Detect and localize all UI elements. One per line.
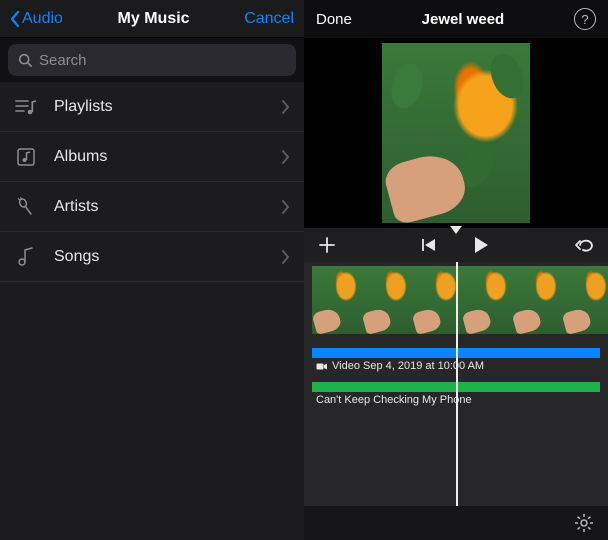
video-thumbnail <box>412 266 462 334</box>
row-albums[interactable]: Albums <box>0 132 304 182</box>
video-track-label: Video Sep 4, 2019 at 10:00 AM <box>316 360 608 372</box>
play-button[interactable] <box>473 236 489 254</box>
back-button[interactable]: Audio <box>10 10 63 28</box>
songs-icon <box>17 247 35 267</box>
chevron-right-icon <box>282 250 290 264</box>
row-songs[interactable]: Songs <box>0 232 304 282</box>
albums-icon <box>16 147 36 167</box>
row-label: Playlists <box>54 98 266 116</box>
video-editor-panel: Done Jewel weed ? <box>304 0 608 540</box>
video-preview[interactable] <box>304 38 608 228</box>
play-icon <box>473 236 489 254</box>
cancel-button[interactable]: Cancel <box>244 10 294 28</box>
video-thumbnail <box>462 266 512 334</box>
undo-button[interactable] <box>574 237 594 253</box>
music-category-list: Playlists Albums <box>0 82 304 540</box>
row-label: Albums <box>54 148 266 166</box>
search-bar-container <box>0 38 304 82</box>
add-media-button[interactable] <box>318 236 336 254</box>
row-artists[interactable]: Artists <box>0 182 304 232</box>
search-input[interactable] <box>39 52 286 69</box>
video-thumbnail <box>312 266 362 334</box>
chevron-right-icon <box>282 100 290 114</box>
help-icon: ? <box>581 12 588 27</box>
video-thumbnail <box>362 266 412 334</box>
skip-back-button[interactable] <box>421 238 437 252</box>
search-icon <box>18 53 33 68</box>
music-picker-title: My Music <box>118 10 190 28</box>
timeline[interactable]: Video Sep 4, 2019 at 10:00 AM Can't Keep… <box>304 262 608 506</box>
audio-track-label: Can't Keep Checking My Phone <box>316 394 608 406</box>
chevron-left-icon <box>10 11 20 27</box>
gear-icon <box>574 513 594 533</box>
back-label: Audio <box>22 10 63 28</box>
skip-back-icon <box>421 238 437 252</box>
search-bar[interactable] <box>8 44 296 76</box>
video-thumbnail-strip[interactable] <box>312 266 608 334</box>
video-thumbnail <box>562 266 608 334</box>
help-button[interactable]: ? <box>574 8 596 30</box>
project-title: Jewel weed <box>422 11 505 28</box>
chevron-right-icon <box>282 150 290 164</box>
music-picker-panel: Audio My Music Cancel <box>0 0 304 540</box>
editor-header: Done Jewel weed ? <box>304 0 608 38</box>
editor-bottom-bar <box>304 506 608 540</box>
artists-icon <box>16 197 36 217</box>
video-thumbnail <box>512 266 562 334</box>
chevron-right-icon <box>282 200 290 214</box>
playlists-icon <box>15 98 37 116</box>
preview-frame <box>382 43 530 223</box>
music-picker-header: Audio My Music Cancel <box>0 0 304 38</box>
audio-track[interactable] <box>312 382 600 392</box>
done-button[interactable]: Done <box>316 11 352 28</box>
undo-icon <box>574 237 594 253</box>
row-playlists[interactable]: Playlists <box>0 82 304 132</box>
row-label: Artists <box>54 198 266 216</box>
video-track[interactable] <box>312 348 600 358</box>
playhead-indicator-icon <box>450 226 462 234</box>
plus-icon <box>318 236 336 254</box>
camera-icon <box>316 362 328 371</box>
settings-button[interactable] <box>574 513 594 533</box>
playback-controls <box>304 228 608 262</box>
row-label: Songs <box>54 248 266 266</box>
